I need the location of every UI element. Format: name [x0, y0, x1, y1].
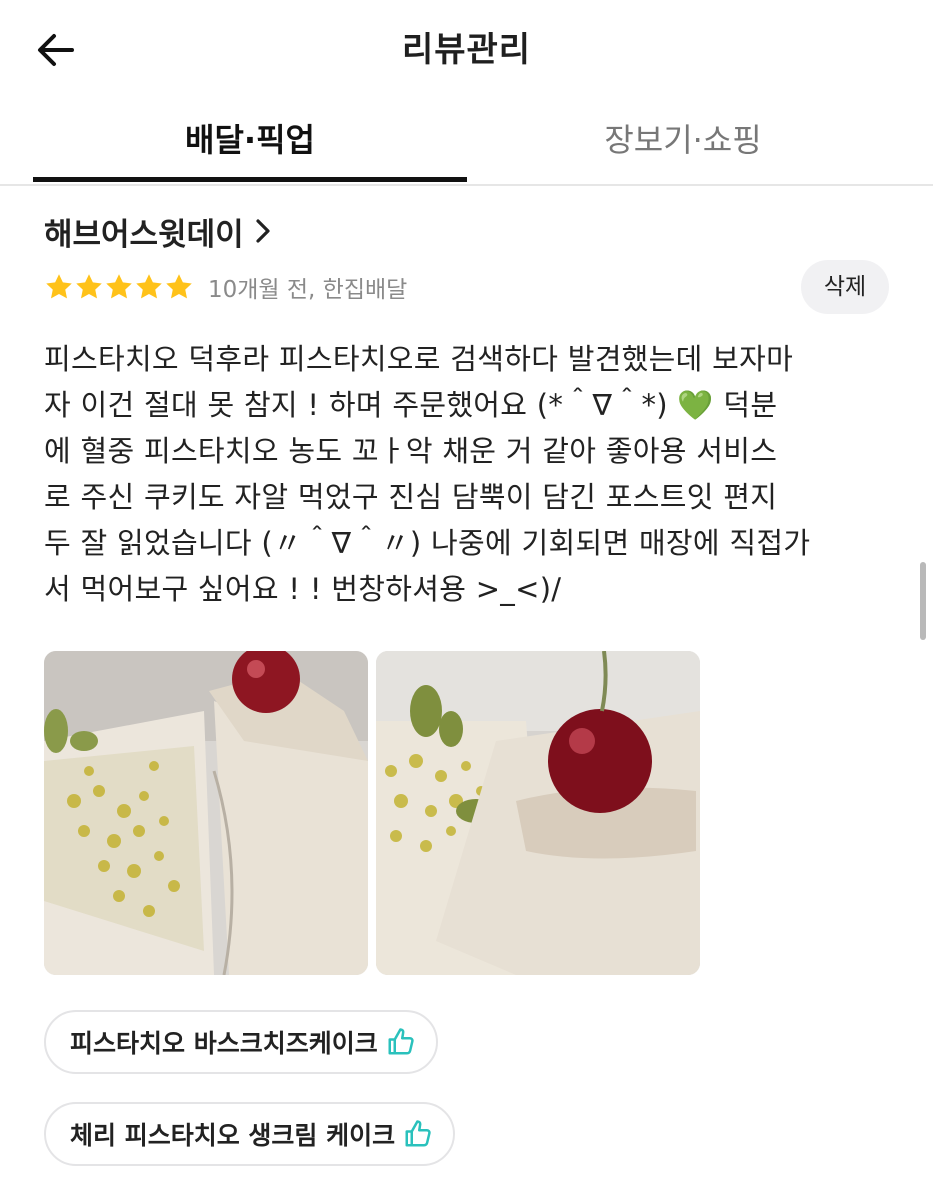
- store-link[interactable]: 해브어스윗데이: [44, 206, 272, 256]
- cherry-pistachio-cake-photo: [376, 651, 700, 975]
- tab-grocery-shopping[interactable]: 장보기·쇼핑: [466, 100, 900, 184]
- review-text: 피스타치오 덕후라 피스타치오로 검색하다 발견했는데 보자마 자 이건 절대 …: [44, 342, 811, 606]
- star-icon: [46, 274, 72, 299]
- review-photo[interactable]: [44, 651, 368, 975]
- tab-delivery-pickup[interactable]: 배달·픽업: [33, 100, 467, 184]
- menu-item-chip[interactable]: 체리 피스타치오 생크림 케이크: [44, 1102, 456, 1166]
- thumbs-up-icon: [403, 1119, 433, 1149]
- store-name: 해브어스윗데이: [44, 216, 244, 253]
- thumbs-up-icon: [386, 1027, 416, 1057]
- page-title: 리뷰관리: [401, 30, 532, 70]
- review-meta: 10개월 전, 한집배달: [44, 268, 407, 306]
- review-photo[interactable]: [376, 651, 700, 975]
- menu-item-chip[interactable]: 피스타치오 바스크치즈케이크: [44, 1010, 438, 1074]
- header: 리뷰관리: [0, 0, 933, 100]
- scrollbar[interactable]: [920, 562, 926, 640]
- chevron-right-icon: [254, 217, 272, 245]
- star-icon: [106, 274, 132, 299]
- tab-bar: 배달·픽업 장보기·쇼핑: [0, 100, 933, 186]
- star-icon: [166, 274, 192, 299]
- menu-item-label: 체리 피스타치오 생크림 케이크: [70, 1121, 396, 1150]
- review-date-delivery: 10개월 전, 한집배달: [208, 277, 408, 303]
- menu-item-label: 피스타치오 바스크치즈케이크: [70, 1029, 378, 1058]
- star-icon: [76, 274, 102, 299]
- pistachio-cake-slice-photo: [44, 651, 368, 975]
- star-rating: [44, 272, 194, 302]
- delete-button[interactable]: 삭제: [801, 260, 889, 314]
- star-icon: [136, 274, 162, 299]
- active-tab-indicator: [33, 177, 467, 182]
